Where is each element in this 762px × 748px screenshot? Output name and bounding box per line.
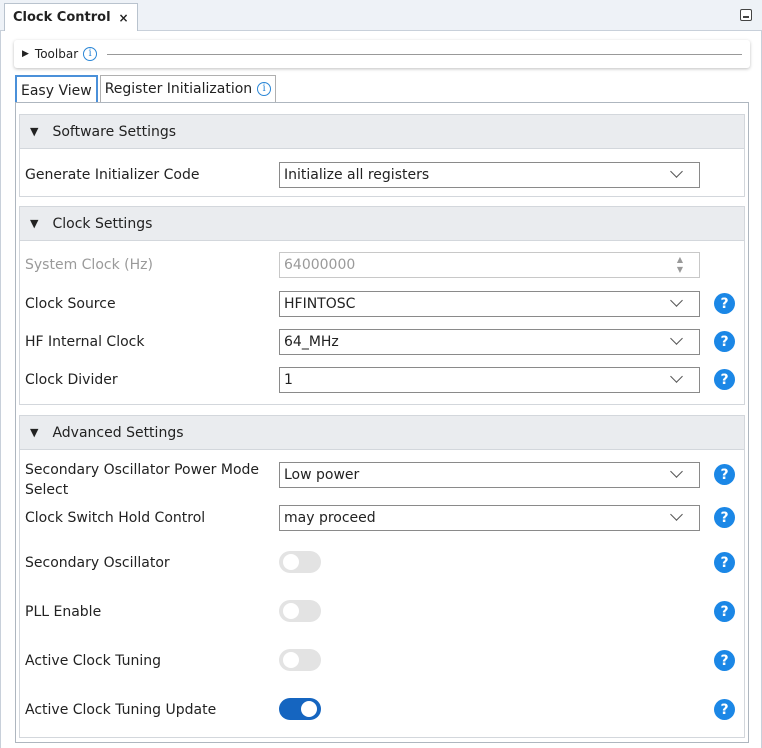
window-title: Clock Control bbox=[13, 10, 111, 25]
secondary-oscillator-toggle[interactable] bbox=[279, 551, 321, 573]
row-label: Clock Divider bbox=[25, 372, 118, 388]
select-value: HFINTOSC bbox=[284, 296, 356, 312]
toggle-knob bbox=[301, 701, 317, 717]
row-label: PLL Enable bbox=[25, 604, 102, 620]
collapse-triangle-icon[interactable]: ▼ bbox=[30, 426, 38, 439]
info-icon[interactable]: i bbox=[257, 82, 272, 96]
chevron-down-icon bbox=[670, 508, 683, 521]
section-title: Software Settings bbox=[52, 123, 177, 140]
generate-initializer-select[interactable]: Initialize all registers bbox=[279, 162, 700, 188]
chevron-down-icon bbox=[670, 465, 683, 478]
select-value: Low power bbox=[284, 467, 360, 483]
active-clock-tuning-update-toggle[interactable] bbox=[279, 698, 321, 720]
content-area: ▶ Toolbar i Easy View Register Initializ… bbox=[0, 31, 762, 748]
chevron-down-icon bbox=[670, 332, 683, 345]
info-icon[interactable]: i bbox=[83, 47, 98, 61]
view-tabs: Easy View Register Initialization i bbox=[15, 75, 278, 105]
help-icon[interactable]: ? bbox=[714, 507, 735, 528]
easy-view-panel: ▼ Software Settings Generate Initializer… bbox=[15, 102, 749, 743]
row-label: Clock Source bbox=[25, 296, 116, 312]
help-icon[interactable]: ? bbox=[714, 293, 735, 314]
help-icon[interactable]: ? bbox=[714, 369, 735, 390]
section-title: Advanced Settings bbox=[52, 424, 184, 441]
spinner-arrows-icon: ▲ ▼ bbox=[676, 255, 684, 274]
help-icon[interactable]: ? bbox=[714, 699, 735, 720]
row-label: System Clock (Hz) bbox=[25, 257, 153, 273]
row-label: Generate Initializer Code bbox=[25, 167, 200, 183]
section-title: Clock Settings bbox=[52, 215, 153, 232]
collapse-triangle-icon[interactable]: ▼ bbox=[30, 217, 38, 230]
active-clock-tuning-toggle[interactable] bbox=[279, 649, 321, 671]
toggle-knob bbox=[283, 603, 299, 619]
clock-source-select[interactable]: HFINTOSC bbox=[279, 291, 700, 317]
window-tab-clock-control[interactable]: Clock Control × bbox=[4, 3, 138, 31]
toggle-knob bbox=[283, 652, 299, 668]
toolbar-label: Toolbar bbox=[34, 47, 79, 61]
row-label: Active Clock Tuning bbox=[25, 653, 162, 669]
toolbar-divider bbox=[107, 53, 742, 55]
minimize-icon[interactable] bbox=[740, 9, 752, 21]
clock-settings-header[interactable]: ▼ Clock Settings bbox=[20, 207, 744, 241]
row-label: Secondary Oscillator Power Mode Select bbox=[25, 462, 260, 498]
collapse-triangle-icon[interactable]: ▼ bbox=[30, 125, 38, 138]
help-icon[interactable]: ? bbox=[714, 552, 735, 573]
row-label: Clock Switch Hold Control bbox=[25, 510, 206, 526]
advanced-settings-section: ▼ Advanced Settings Secondary Oscillator… bbox=[19, 415, 745, 738]
field-value: 64000000 bbox=[284, 257, 356, 273]
help-icon[interactable]: ? bbox=[714, 464, 735, 485]
software-settings-section: ▼ Software Settings Generate Initializer… bbox=[19, 114, 745, 197]
clock-divider-select[interactable]: 1 bbox=[279, 367, 700, 393]
chevron-down-icon bbox=[670, 370, 683, 383]
tab-register-initialization-label: Register Initialization bbox=[104, 81, 253, 97]
help-icon[interactable]: ? bbox=[714, 601, 735, 622]
toolbar-bar[interactable]: ▶ Toolbar i bbox=[14, 40, 750, 68]
expand-triangle-icon[interactable]: ▶ bbox=[22, 49, 29, 59]
chevron-down-icon bbox=[670, 165, 683, 178]
tab-register-initialization[interactable]: Register Initialization i bbox=[99, 75, 277, 103]
row-label: Secondary Oscillator bbox=[25, 555, 170, 571]
select-value: may proceed bbox=[284, 510, 376, 526]
chevron-down-icon bbox=[670, 294, 683, 307]
window-titlebar: Clock Control × bbox=[0, 0, 762, 31]
system-clock-field: 64000000 ▲ ▼ bbox=[279, 252, 700, 278]
row-label: HF Internal Clock bbox=[25, 334, 145, 350]
help-icon[interactable]: ? bbox=[714, 650, 735, 671]
clock-settings-section: ▼ Clock Settings System Clock (Hz) 64000… bbox=[19, 206, 745, 405]
select-value: 1 bbox=[284, 372, 293, 388]
row-label: Active Clock Tuning Update bbox=[25, 702, 217, 718]
pll-enable-toggle[interactable] bbox=[279, 600, 321, 622]
select-value: Initialize all registers bbox=[284, 167, 430, 183]
tab-easy-view-label: Easy View bbox=[21, 83, 92, 99]
tab-easy-view[interactable]: Easy View bbox=[15, 75, 98, 105]
software-settings-header[interactable]: ▼ Software Settings bbox=[20, 115, 744, 149]
secondary-osc-power-select[interactable]: Low power bbox=[279, 462, 700, 488]
hf-internal-clock-select[interactable]: 64_MHz bbox=[279, 329, 700, 355]
clock-switch-hold-select[interactable]: may proceed bbox=[279, 505, 700, 531]
help-icon[interactable]: ? bbox=[714, 331, 735, 352]
select-value: 64_MHz bbox=[284, 334, 339, 350]
close-icon[interactable]: × bbox=[119, 11, 129, 25]
advanced-settings-header[interactable]: ▼ Advanced Settings bbox=[20, 416, 744, 450]
toggle-knob bbox=[283, 554, 299, 570]
